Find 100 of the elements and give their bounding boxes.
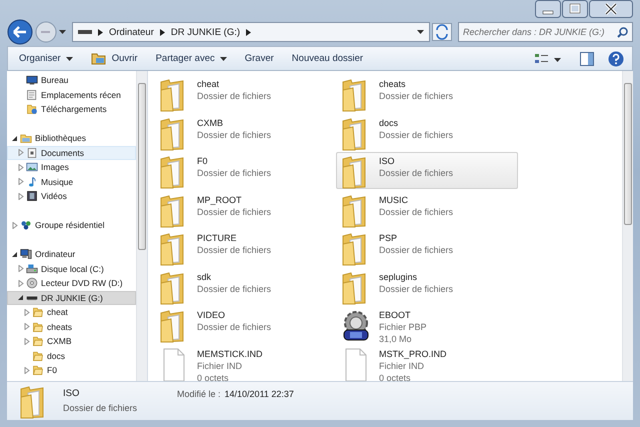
file-size: 0 octets xyxy=(197,372,230,381)
file-name: MP_ROOT xyxy=(197,194,243,206)
file-item[interactable]: MP_ROOT Dossier de fichiers xyxy=(154,190,336,227)
file-name: PSP xyxy=(379,233,398,244)
caret-icon xyxy=(220,56,227,60)
search-field[interactable]: Rechercher dans : DR JUNKIE (G:) xyxy=(458,22,633,42)
breadcrumb[interactable]: Ordinateur xyxy=(109,26,154,38)
desktop-icon xyxy=(26,74,38,86)
file-type: Dossier de fichiers xyxy=(197,245,272,256)
file-item[interactable]: EBOOT Fichier PBP 31,0 Mo xyxy=(336,306,518,342)
file-name: MUSIC xyxy=(379,194,409,206)
file-type: Dossier de fichiers xyxy=(197,91,272,102)
file-item[interactable]: seplugins Dossier de fichiers xyxy=(336,268,518,304)
tree-item[interactable]: Emplacements récen xyxy=(7,88,136,102)
gear-icon xyxy=(341,309,371,343)
file-item[interactable]: MSTK_PRO.IND Fichier IND 0 octets xyxy=(336,344,518,381)
folder-icon xyxy=(90,52,107,65)
file-type: Fichier IND xyxy=(197,360,244,372)
file-item[interactable]: PICTURE Dossier de fichiers xyxy=(154,229,336,266)
file-name: cheat xyxy=(197,79,220,90)
preview-pane-button[interactable] xyxy=(580,52,594,66)
downloads-icon xyxy=(26,103,38,116)
file-name: seplugins xyxy=(379,272,418,282)
file-item[interactable]: ISO Dossier de fichiers xyxy=(336,152,518,188)
close-button[interactable] xyxy=(589,0,633,18)
tree-item[interactable]: Documents xyxy=(7,146,136,160)
help-button[interactable] xyxy=(608,50,624,66)
tree-item[interactable]: DR JUNKIE (G:) xyxy=(7,290,136,305)
breadcrumb[interactable]: DR JUNKIE (G:) xyxy=(170,26,240,38)
tree-item[interactable]: cheat xyxy=(7,305,136,320)
file-type: Dossier de fichiers xyxy=(379,245,454,256)
file-item[interactable]: CXMB Dossier de fichiers xyxy=(154,114,336,150)
folder-icon xyxy=(32,306,44,318)
file-item[interactable]: MEMSTICK.IND Fichier IND 0 octets xyxy=(154,344,336,381)
file-type: Dossier de fichiers xyxy=(379,130,454,140)
scrollbar[interactable] xyxy=(136,71,147,381)
computer-icon xyxy=(20,248,32,260)
file-name: MSTK_PRO.IND xyxy=(379,348,447,360)
expander-icon[interactable] xyxy=(17,294,24,302)
caret-icon xyxy=(66,56,73,60)
file-size: 31,0 Mo xyxy=(379,334,413,345)
file-type: Dossier de fichiers xyxy=(197,168,272,179)
chevron-icon[interactable] xyxy=(98,28,103,36)
scrollbar[interactable] xyxy=(622,71,633,381)
file-name: sdk xyxy=(197,272,212,282)
expander-icon[interactable] xyxy=(11,250,18,258)
item-name: ISO xyxy=(63,388,80,399)
chevron-icon[interactable] xyxy=(160,28,165,36)
toolbar-button[interactable]: Nouveau dossier xyxy=(284,51,370,66)
pictures-icon xyxy=(26,161,38,174)
file-name: MEMSTICK.IND xyxy=(197,348,263,360)
tree-item[interactable]: Disque local (C:) xyxy=(7,262,136,276)
tree-item[interactable]: CXMB xyxy=(7,334,136,348)
file-item[interactable]: F0 Dossier de fichiers xyxy=(154,152,336,188)
file-item[interactable]: cheats Dossier de fichiers xyxy=(336,75,518,112)
maximize-button[interactable] xyxy=(562,0,588,18)
tree-item[interactable]: Bureau xyxy=(7,73,136,88)
refresh-button[interactable] xyxy=(432,23,452,41)
tree-item[interactable]: docs xyxy=(7,348,136,363)
tree-item[interactable]: Lecteur DVD RW (D:) xyxy=(7,276,136,290)
dvd-icon xyxy=(26,277,38,290)
file-item[interactable]: cheat Dossier de fichiers xyxy=(154,75,336,112)
file-item[interactable]: PSP Dossier de fichiers xyxy=(336,229,518,266)
file-item[interactable]: MUSIC Dossier de fichiers xyxy=(336,190,518,227)
search-icon[interactable] xyxy=(617,26,628,38)
file-size: 0 octets xyxy=(379,372,412,381)
file-name: PICTURE xyxy=(197,233,238,244)
dropdown-caret-icon[interactable] xyxy=(417,30,424,34)
field-value: 14/10/2011 22:37 xyxy=(224,389,294,399)
toolbar-button[interactable]: Graver xyxy=(238,51,281,66)
tree-item[interactable]: Ordinateur xyxy=(7,247,136,262)
tree-item[interactable]: F0 xyxy=(7,363,136,378)
tree-item[interactable]: Groupe résidentiel xyxy=(7,218,136,232)
tree-item[interactable]: Vidéos xyxy=(7,189,136,204)
menu-button[interactable]: Partager avec xyxy=(148,51,234,66)
item-type: Dossier de fichiers xyxy=(63,403,138,413)
tree-item[interactable]: Images xyxy=(7,160,136,174)
file-item[interactable]: docs Dossier de fichiers xyxy=(336,114,518,150)
minimize-button[interactable] xyxy=(535,0,561,18)
menu-button[interactable]: Organiser xyxy=(12,51,80,66)
file-name: VIDEO xyxy=(197,310,226,321)
back-button[interactable] xyxy=(7,19,33,45)
file-name: CXMB xyxy=(197,118,224,128)
folder-icon xyxy=(32,350,44,362)
file-item[interactable]: sdk Dossier de fichiers xyxy=(154,268,336,304)
history-caret-icon[interactable] xyxy=(59,29,66,35)
tree-item[interactable]: cheats xyxy=(7,320,136,334)
chevron-icon[interactable] xyxy=(246,28,252,36)
folder-icon xyxy=(32,335,44,348)
file-name: ISO xyxy=(379,156,396,167)
address-bar[interactable]: Ordinateur DR JUNKIE (G:) xyxy=(72,22,430,42)
toolbar-button[interactable]: Ouvrir xyxy=(84,50,145,67)
tree-item[interactable]: Bibliothèques xyxy=(7,131,136,146)
tree-item[interactable]: Téléchargements xyxy=(7,102,136,116)
file-item[interactable]: VIDEO Dossier de fichiers xyxy=(154,306,336,342)
file-type: Dossier de fichiers xyxy=(379,168,454,179)
tree-item[interactable]: Musique xyxy=(7,174,136,189)
expander-icon[interactable] xyxy=(11,134,18,142)
file-type: Fichier IND xyxy=(379,360,426,372)
folder-icon xyxy=(32,364,44,376)
